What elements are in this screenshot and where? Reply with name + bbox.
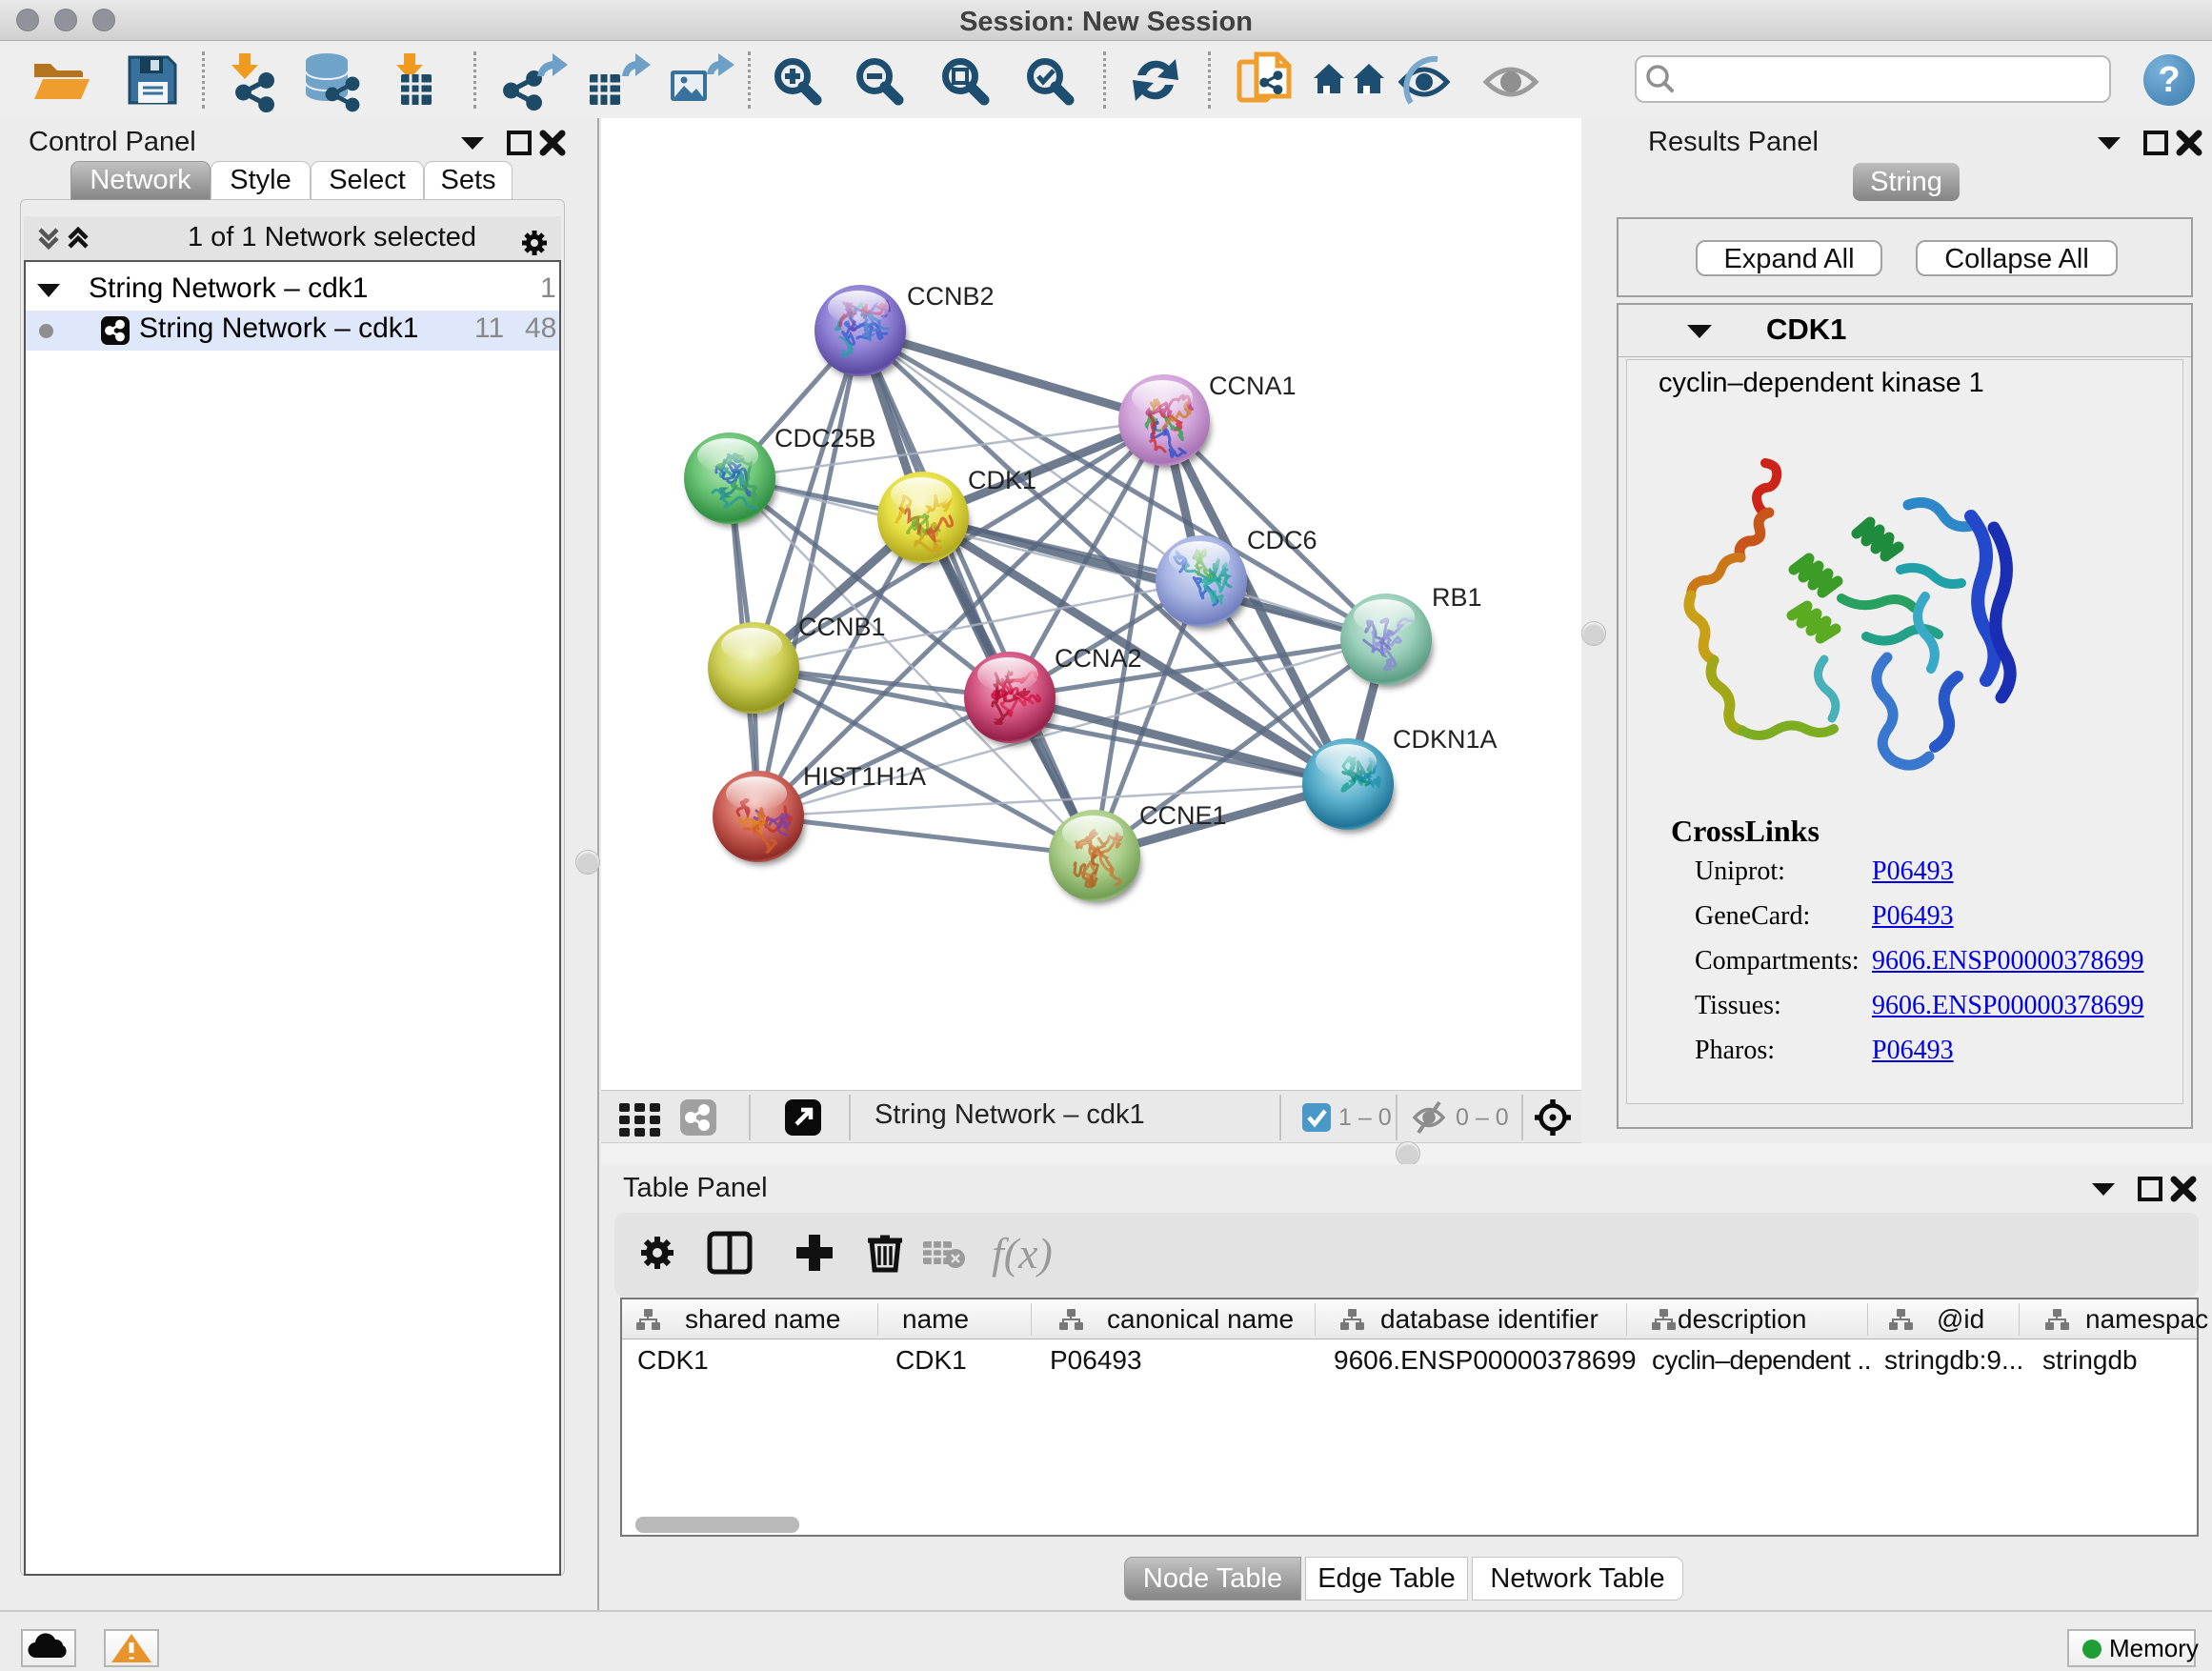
svg-text:f(x): f(x): [992, 1229, 1053, 1278]
svg-text:RB1: RB1: [1432, 583, 1482, 612]
svg-text:CCNB2: CCNB2: [907, 282, 995, 311]
svg-text:CCNA1: CCNA1: [1209, 372, 1297, 400]
svg-text:CDC6: CDC6: [1247, 526, 1317, 554]
svg-text:CDKN1A: CDKN1A: [1393, 725, 1498, 754]
svg-text:0 – 0: 0 – 0: [1456, 1104, 1509, 1131]
svg-text:CCNE1: CCNE1: [1139, 801, 1227, 830]
svg-text:CCNA2: CCNA2: [1055, 644, 1142, 673]
svg-text:CCNB1: CCNB1: [798, 613, 886, 641]
svg-text:HIST1H1A: HIST1H1A: [803, 762, 926, 791]
svg-text:CDC25B: CDC25B: [774, 424, 876, 453]
svg-text:CDK1: CDK1: [968, 466, 1036, 494]
svg-text:1 – 0: 1 – 0: [1338, 1104, 1392, 1131]
